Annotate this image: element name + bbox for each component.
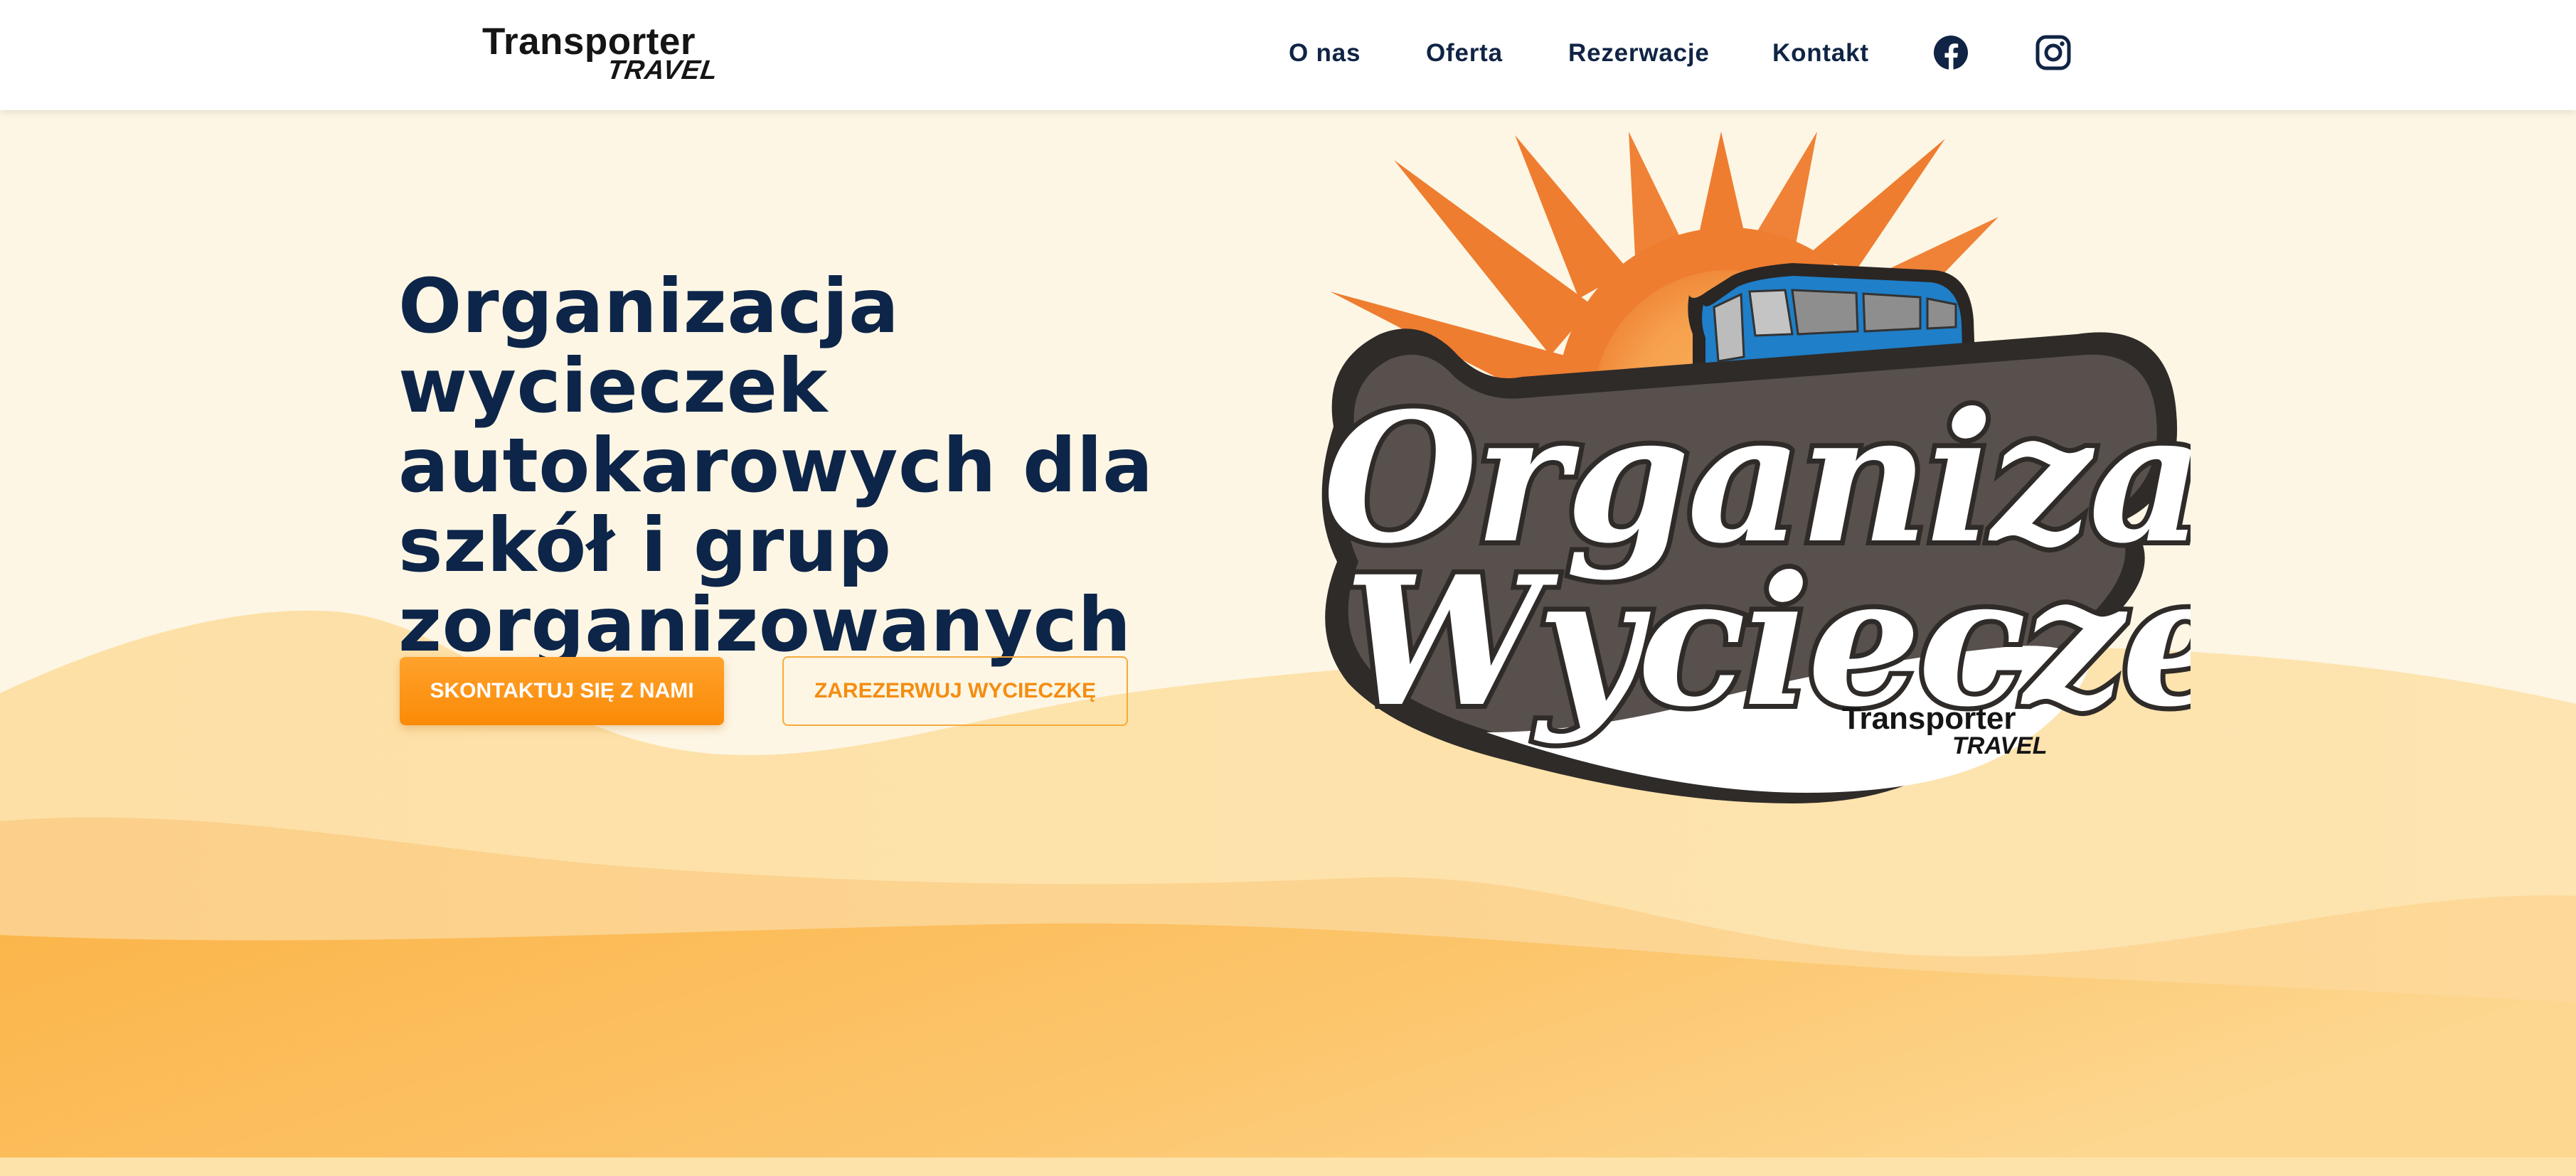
bottom-band: [0, 1158, 2576, 1176]
main-nav: O nas Oferta Rezerwacje Kontakt: [0, 0, 2576, 110]
hero-title-line: autokarowych dla: [398, 422, 1154, 509]
hero-title-line: szkół i grup: [398, 502, 892, 589]
book-trip-button[interactable]: ZAREZERWUJ WYCIECZKĘ: [782, 656, 1128, 726]
art-brand-sub: TRAVEL: [1952, 732, 2047, 759]
nav-link-oferta[interactable]: Oferta: [1426, 39, 1503, 68]
art-title-line-2: Wycieczek: [1344, 537, 2191, 746]
nav-link-kontakt[interactable]: Kontakt: [1772, 39, 1869, 68]
hero-title-line: zorganizowanych: [398, 582, 1132, 668]
site-header: Transporter TRAVEL O nas Oferta Rezerwac…: [0, 0, 2576, 110]
hero-title-line: Organizacja wycieczek: [398, 263, 900, 429]
hero-title: Organizacja wycieczek autokarowych dla s…: [398, 267, 1323, 665]
nav-link-rezerwacje[interactable]: Rezerwacje: [1568, 39, 1710, 68]
contact-us-button[interactable]: SKONTAKTUJ SIĘ Z NAMI: [400, 657, 724, 725]
instagram-icon[interactable]: [2035, 35, 2071, 70]
art-brand-main: Transporter: [1842, 701, 2016, 736]
facebook-icon[interactable]: [1933, 35, 1969, 70]
hero-illustration: Organizacja Wycieczek Transporter TRAVEL: [1318, 132, 2191, 803]
nav-link-o-nas[interactable]: O nas: [1289, 39, 1361, 68]
